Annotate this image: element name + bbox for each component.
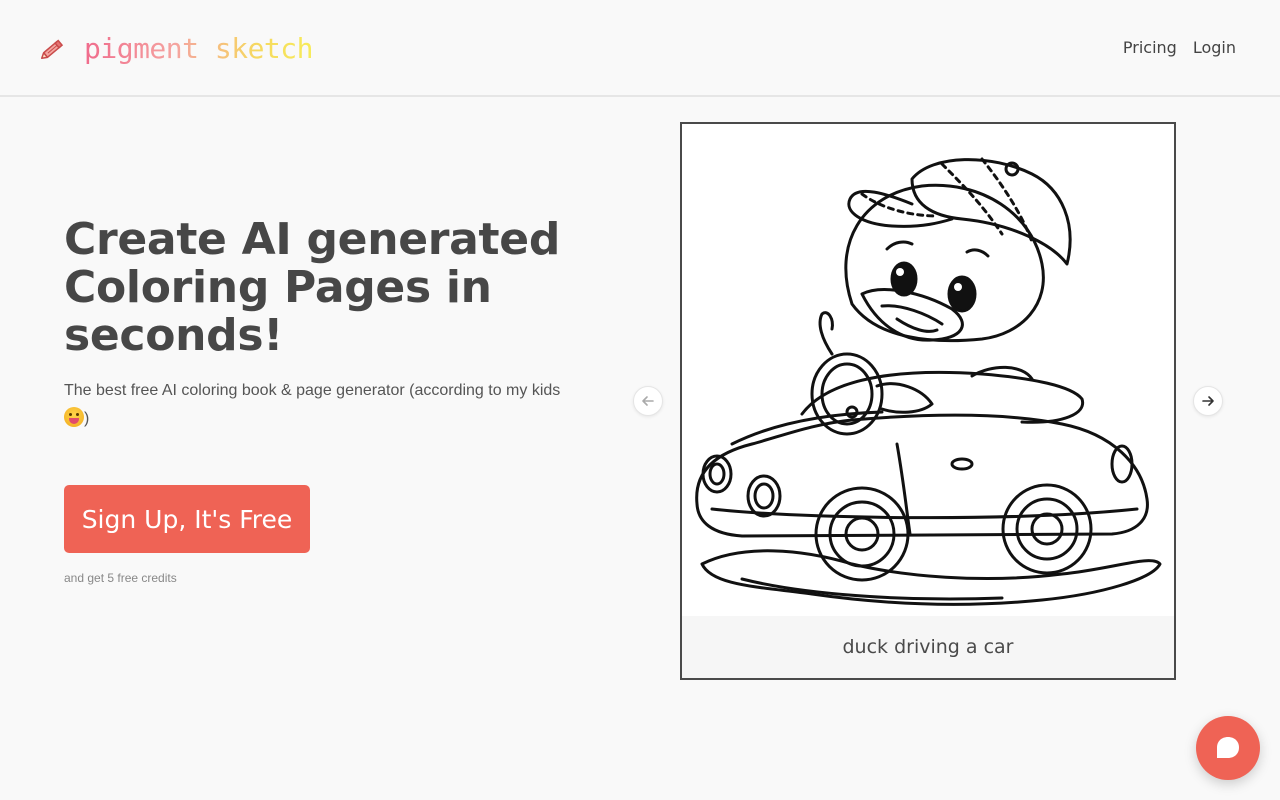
coloring-page-caption: duck driving a car [842, 636, 1014, 658]
arrow-left-icon [642, 396, 654, 406]
hero-title: Create AI generated Coloring Pages in se… [64, 214, 561, 361]
hero-subtitle-text: The best free AI coloring book & page ge… [64, 382, 561, 399]
duck-driving-car-illustration [695, 157, 1162, 606]
nav-pricing-link[interactable]: Pricing [1123, 38, 1177, 57]
hero-subtitle: The best free AI coloring book & page ge… [64, 377, 624, 433]
carousel-prev-button[interactable] [633, 386, 663, 416]
hero-subtitle-end: ) [84, 410, 90, 427]
sign-up-button[interactable]: Sign Up, It's Free [64, 485, 310, 553]
chat-bubble-icon [1217, 737, 1239, 758]
coloring-page-card: duck driving a car [680, 122, 1176, 680]
coloring-page-image [682, 124, 1174, 616]
pencil-icon [40, 39, 64, 60]
carousel-next-button[interactable] [1193, 386, 1223, 416]
grinning-face-emoji-icon [64, 407, 84, 427]
brand-name: pigment sketch [84, 31, 314, 65]
cta-note: and get 5 free credits [64, 571, 177, 585]
nav-login-link[interactable]: Login [1193, 38, 1236, 57]
top-nav: Pricing Login [1123, 38, 1236, 57]
chat-launcher-button[interactable] [1196, 716, 1260, 780]
arrow-right-icon [1202, 396, 1214, 406]
brand-logo-link[interactable]: pigment sketch [38, 30, 314, 66]
caption-bar: duck driving a car [682, 616, 1174, 678]
site-header: pigment sketch Pricing Login [0, 0, 1280, 97]
